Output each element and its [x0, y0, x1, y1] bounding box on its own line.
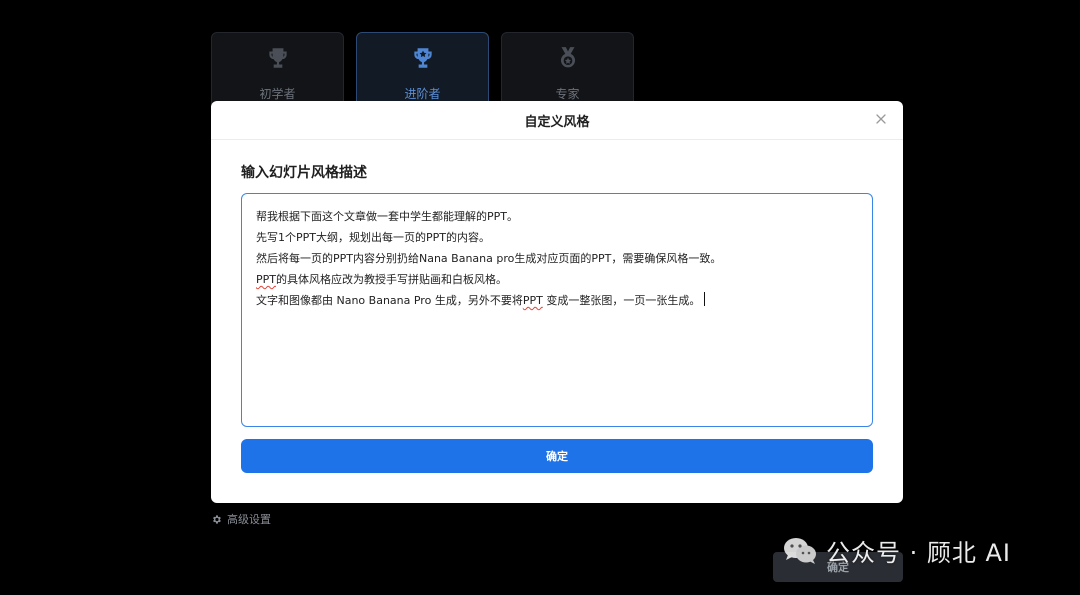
- close-icon[interactable]: [873, 111, 889, 127]
- level-card-intermediate[interactable]: 进阶者: [356, 32, 489, 110]
- text-caret: [704, 292, 706, 306]
- modal-header: 自定义风格: [211, 101, 903, 140]
- watermark-text: 公众号 · 顾北 AI: [826, 539, 1012, 567]
- level-label-intermediate: 进阶者: [404, 87, 441, 101]
- modal-title: 自定义风格: [524, 114, 590, 130]
- textarea-line-2: 先写1个PPT大纲，规划出每一页的PPT的内容。: [256, 231, 490, 244]
- level-label-beginner: 初学者: [259, 87, 296, 101]
- wechat-icon: [784, 537, 816, 564]
- textarea-line-1: 帮我根据下面这个文章做一套中学生都能理解的PPT。: [256, 210, 518, 223]
- trophy-icon: [268, 48, 287, 68]
- style-description-textarea[interactable]: 帮我根据下面这个文章做一套中学生都能理解的PPT。 先写1个PPT大纲，规划出每…: [241, 193, 873, 427]
- watermark: 公众号 · 顾北 AI: [782, 533, 1011, 568]
- custom-style-modal: 自定义风格 输入幻灯片风格描述 帮我根据下面这个文章做一套中学生都能理解的PPT…: [211, 101, 903, 503]
- confirm-button[interactable]: 确定: [241, 439, 873, 473]
- textarea-line-4-rest: 的具体风格应改为教授手写拼贴画和白板风格。: [276, 273, 507, 286]
- medal-icon: [560, 47, 575, 68]
- textarea-line-5-head: 文字和图像都由 Nano Banana Pro 生成，另外不要将: [256, 294, 523, 307]
- misspelled-word: PPT: [256, 273, 276, 286]
- textarea-line-5-tail: 变成一整张图，一页一张生成。: [542, 294, 701, 307]
- level-card-expert[interactable]: 专家: [501, 32, 634, 110]
- textarea-line-3: 然后将每一页的PPT内容分别扔给Nana Banana pro生成对应页面的PP…: [256, 252, 722, 265]
- app-stage: 初学者 进阶者 专家 自定义风格 输入幻灯片风格描述 帮我根据下面这个文章做一套…: [0, 0, 1080, 595]
- textarea-line-5: 文字和图像都由 Nano Banana Pro 生成，另外不要将PPT 变成一整…: [256, 290, 858, 311]
- trophy-star-icon: [413, 48, 432, 68]
- gear-icon: [213, 514, 221, 524]
- advanced-settings-link[interactable]: 高级设置: [211, 511, 271, 527]
- misspelled-word: PPT: [522, 294, 543, 307]
- level-label-expert: 专家: [555, 87, 580, 101]
- level-card-beginner[interactable]: 初学者: [211, 32, 344, 110]
- textarea-line-4: PPT的具体风格应改为教授手写拼贴画和白板风格。: [256, 269, 858, 290]
- section-heading: 输入幻灯片风格描述: [241, 165, 367, 181]
- advanced-settings-label: 高级设置: [227, 513, 271, 526]
